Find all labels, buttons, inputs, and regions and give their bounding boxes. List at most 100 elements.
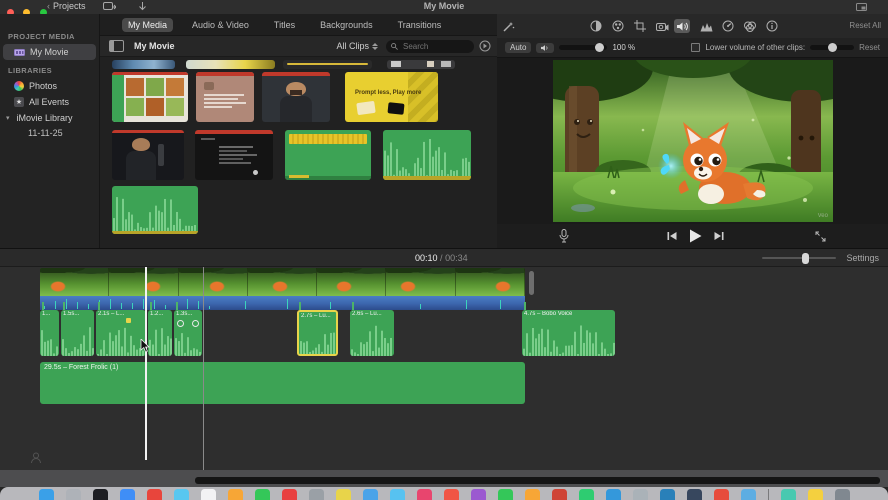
preview-video-frame[interactable]: Veo xyxy=(553,60,833,222)
audio-clip[interactable]: 1.5s... xyxy=(61,310,94,356)
dock-app-16-icon[interactable] xyxy=(443,489,459,500)
dock-app-6-icon[interactable] xyxy=(173,489,189,500)
thumbnail-document[interactable] xyxy=(196,72,254,122)
thumbnail-audio-green[interactable] xyxy=(383,130,471,180)
speed-icon[interactable] xyxy=(720,19,736,33)
reset-all-button[interactable]: Reset All xyxy=(849,21,881,30)
audio-clip[interactable]: 1.3s... xyxy=(174,310,202,356)
audio-clip[interactable]: 2.6s – Lu... xyxy=(350,310,394,356)
dock-app-20-icon[interactable] xyxy=(551,489,567,500)
dock-app-10-icon[interactable] xyxy=(281,489,297,500)
dock-app-23-icon[interactable] xyxy=(632,489,648,500)
timeline-scrollbar[interactable] xyxy=(195,477,880,484)
previous-frame-button[interactable] xyxy=(667,231,677,241)
disclosure-chevron-icon[interactable]: ▾ xyxy=(6,114,10,122)
dock-app-30-icon[interactable] xyxy=(834,489,850,500)
dock-app-24-icon[interactable] xyxy=(659,489,675,500)
reset-button[interactable]: Reset xyxy=(859,43,880,52)
color-correction-icon[interactable] xyxy=(610,19,626,33)
lower-volume-knob[interactable] xyxy=(828,43,838,52)
dock-app-11-icon[interactable] xyxy=(308,489,324,500)
timeline-settings-button[interactable]: Settings xyxy=(846,253,879,263)
dock-app-29-icon[interactable] xyxy=(807,489,823,500)
dock-app-12-icon[interactable] xyxy=(335,489,351,500)
dock-app-1-icon[interactable] xyxy=(38,489,54,500)
dock-app-26-icon[interactable] xyxy=(713,489,729,500)
dock-app-22-icon[interactable] xyxy=(605,489,621,500)
audio-clip-selected[interactable]: 2.7s – Lu... xyxy=(297,310,338,356)
dock-app-3-icon[interactable] xyxy=(92,489,108,500)
thumbnail-partial-1[interactable] xyxy=(112,60,175,69)
thumbnail-yellow-slide[interactable]: Prompt less, Play more xyxy=(345,72,438,122)
sidebar-item-photos[interactable]: Photos xyxy=(0,78,99,94)
sidebar-item-all-events[interactable]: ★ All Events xyxy=(0,94,99,110)
thumbnail-audio-green-2[interactable] xyxy=(112,186,198,234)
search-box[interactable] xyxy=(386,39,474,53)
dock-app-14-icon[interactable] xyxy=(389,489,405,500)
dock-app-9-icon[interactable] xyxy=(254,489,270,500)
tab-backgrounds[interactable]: Backgrounds xyxy=(314,18,379,32)
audio-clip[interactable]: 2.1s – L... xyxy=(96,310,146,356)
dock-app-21-icon[interactable] xyxy=(578,489,594,500)
thumbnail-partial-2[interactable] xyxy=(186,60,275,69)
thumbnail-partial-3[interactable] xyxy=(283,60,372,69)
dock-app-19-icon[interactable] xyxy=(524,489,540,500)
dock-app-18-icon[interactable] xyxy=(497,489,513,500)
dock-app-25-icon[interactable] xyxy=(686,489,702,500)
record-voiceover-button[interactable] xyxy=(559,229,569,243)
tab-transitions[interactable]: Transitions xyxy=(392,18,448,32)
playhead[interactable] xyxy=(145,267,147,460)
dock-app-8-icon[interactable] xyxy=(227,489,243,500)
dock-app-2-icon[interactable] xyxy=(65,489,81,500)
clip-info-icon[interactable] xyxy=(764,19,780,33)
fullscreen-button[interactable] xyxy=(815,231,826,242)
timeline-zoom-knob[interactable] xyxy=(802,253,809,264)
noise-reduction-icon[interactable] xyxy=(698,19,714,33)
thumbnail-partial-4[interactable] xyxy=(387,60,455,69)
audio-clip[interactable]: 4.7s – Bobo Voice xyxy=(522,310,615,356)
sidebar-item-my-movie[interactable]: My Movie xyxy=(3,44,96,60)
dock-app-7-icon[interactable] xyxy=(200,489,216,500)
thumbnail-webcam-man[interactable] xyxy=(262,72,330,122)
dock-app-15-icon[interactable] xyxy=(416,489,432,500)
search-input[interactable] xyxy=(401,40,465,52)
tab-audio-video[interactable]: Audio & Video xyxy=(186,18,255,32)
tab-my-media[interactable]: My Media xyxy=(122,17,174,32)
volume-slider-knob[interactable] xyxy=(595,43,605,52)
dock-app-4-icon[interactable] xyxy=(119,489,135,500)
play-button[interactable] xyxy=(689,229,702,243)
dock-app-27-icon[interactable] xyxy=(740,489,756,500)
auto-volume-button[interactable]: Auto xyxy=(505,42,532,53)
volume-slider[interactable] xyxy=(559,43,608,52)
dock-app-13-icon[interactable] xyxy=(362,489,378,500)
thumbnail-audio-yellow[interactable] xyxy=(285,130,371,180)
timeline-zoom-slider[interactable] xyxy=(762,253,836,264)
sidebar-item-imovie-library[interactable]: ▾ iMovie Library xyxy=(0,110,99,126)
audio-clip[interactable]: 1.2... xyxy=(148,310,172,356)
dock-app-17-icon[interactable] xyxy=(470,489,486,500)
video-clip-filmstrip[interactable] xyxy=(40,268,525,296)
sidebar-item-event-11-11-25[interactable]: 11-11-25 xyxy=(0,126,99,140)
dock-app-28-icon[interactable] xyxy=(780,489,796,500)
thumbnail-webcam-dark[interactable] xyxy=(112,130,184,180)
pip-window-icon[interactable] xyxy=(856,3,867,11)
clip-filter-effects-icon[interactable] xyxy=(742,19,758,33)
thumbnail-app-grid[interactable] xyxy=(112,72,188,122)
lower-volume-checkbox[interactable] xyxy=(691,43,701,52)
color-balance-icon[interactable] xyxy=(588,19,604,33)
volume-icon[interactable] xyxy=(674,19,690,33)
sidebar-toggle-icon[interactable] xyxy=(109,40,124,52)
thumbnail-terminal[interactable] xyxy=(195,130,273,180)
video-clip-audio-band[interactable] xyxy=(40,296,525,310)
dock-app-5-icon[interactable] xyxy=(146,489,162,500)
lower-volume-slider[interactable] xyxy=(810,43,855,52)
audio-clip[interactable]: 1... xyxy=(40,310,59,356)
tab-titles[interactable]: Titles xyxy=(268,18,301,32)
crop-icon[interactable] xyxy=(632,19,648,33)
clip-filter-dropdown[interactable]: All Clips xyxy=(336,41,378,51)
clip-trim-handle[interactable] xyxy=(529,271,534,295)
stabilization-icon[interactable] xyxy=(654,19,670,33)
next-frame-button[interactable] xyxy=(714,231,724,241)
timeline[interactable]: 1... 1.5s... 2.1s – L... 1.2... 1.3s... … xyxy=(0,267,888,470)
fade-handle-icon[interactable] xyxy=(192,320,199,327)
